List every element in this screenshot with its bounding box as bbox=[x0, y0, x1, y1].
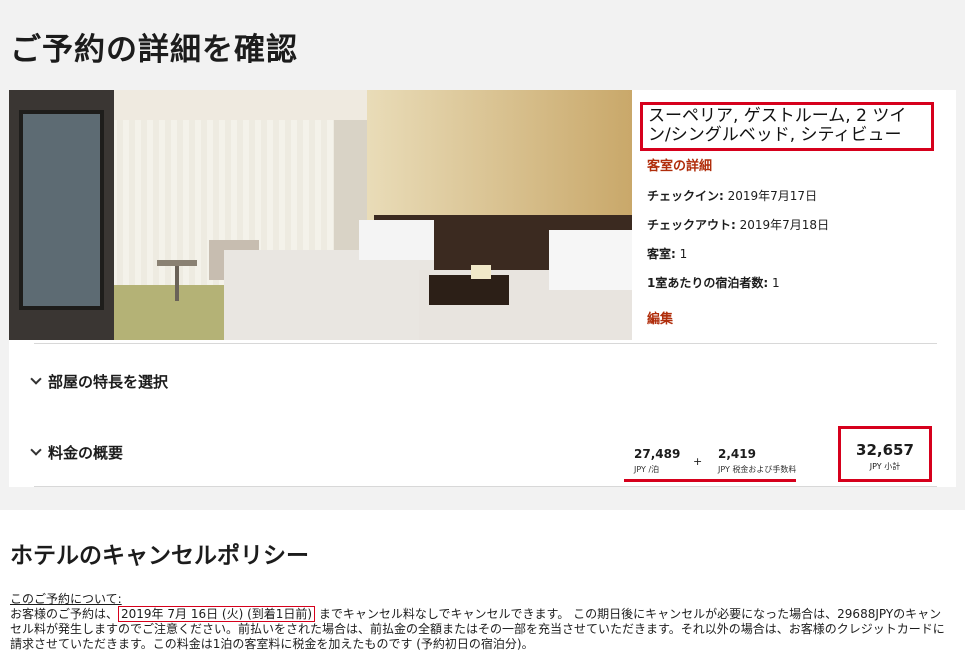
subtotal-unit: JPY 小計 bbox=[869, 462, 901, 471]
checkin-row: チェックイン: 2019年7月17日 bbox=[647, 187, 947, 203]
chevron-down-icon bbox=[30, 373, 42, 385]
nightly-rate: 27,489 JPY /泊 bbox=[634, 447, 680, 475]
guests-value: 1 bbox=[768, 276, 780, 290]
rooms-value: 1 bbox=[675, 247, 688, 261]
divider bbox=[34, 486, 937, 487]
subtotal-value: 32,657 bbox=[856, 441, 914, 459]
summary-section-toggle[interactable]: 料金の概要 bbox=[30, 442, 124, 463]
policy-about-label: このご予約について: bbox=[10, 592, 122, 606]
price-highlight-underline bbox=[624, 479, 796, 482]
divider bbox=[34, 343, 937, 344]
cancellation-deadline: 2019年 7月 16日 (火) (到着1日前) bbox=[118, 606, 316, 622]
room-name: スーペリア, ゲストルーム, 2 ツイン/シングルベッド, シティビュー bbox=[640, 102, 934, 151]
policy-text-1: お客様のご予約は、 bbox=[10, 607, 119, 621]
checkout-value: 2019年7月18日 bbox=[735, 218, 830, 232]
summary-section-label: 料金の概要 bbox=[48, 444, 124, 462]
nightly-rate-value: 27,489 bbox=[634, 447, 681, 461]
rooms-label: 客室: bbox=[647, 247, 676, 261]
cancellation-policy: このご予約について: お客様のご予約は、 2019年 7月 16日 (火) (到着… bbox=[10, 592, 950, 652]
chevron-down-icon bbox=[30, 444, 42, 456]
booking-card: スーペリア, ゲストルーム, 2 ツイン/シングルベッド, シティビュー 客室の… bbox=[9, 90, 956, 487]
features-section-toggle[interactable]: 部屋の特長を選択 bbox=[30, 371, 169, 392]
checkout-label: チェックアウト: bbox=[647, 218, 736, 232]
tax-fees-value: 2,419 bbox=[718, 447, 756, 461]
subtotal-box: 32,657 JPY 小計 bbox=[838, 426, 932, 482]
cancellation-title: ホテルのキャンセルポリシー bbox=[10, 543, 309, 569]
guests-row: 1室あたりの宿泊者数: 1 bbox=[647, 274, 947, 290]
guests-label: 1室あたりの宿泊者数: bbox=[647, 276, 769, 290]
edit-link[interactable]: 編集 bbox=[647, 308, 947, 327]
tax-fees-unit: JPY 税金および手数料 bbox=[718, 465, 797, 474]
room-info: スーペリア, ゲストルーム, 2 ツイン/シングルベッド, シティビュー 客室の… bbox=[640, 102, 947, 327]
tax-fees: 2,419 JPY 税金および手数料 bbox=[718, 447, 796, 475]
features-section-label: 部屋の特長を選択 bbox=[48, 373, 169, 391]
page-title: ご予約の詳細を確認 bbox=[10, 32, 298, 68]
room-photo bbox=[9, 90, 632, 340]
rooms-row: 客室: 1 bbox=[647, 245, 947, 261]
checkin-label: チェックイン: bbox=[647, 189, 724, 203]
plus-sign: + bbox=[693, 455, 703, 468]
room-details-link[interactable]: 客室の詳細 bbox=[647, 155, 947, 174]
nightly-rate-unit: JPY /泊 bbox=[634, 465, 660, 474]
checkin-value: 2019年7月17日 bbox=[723, 189, 818, 203]
checkout-row: チェックアウト: 2019年7月18日 bbox=[647, 216, 947, 232]
